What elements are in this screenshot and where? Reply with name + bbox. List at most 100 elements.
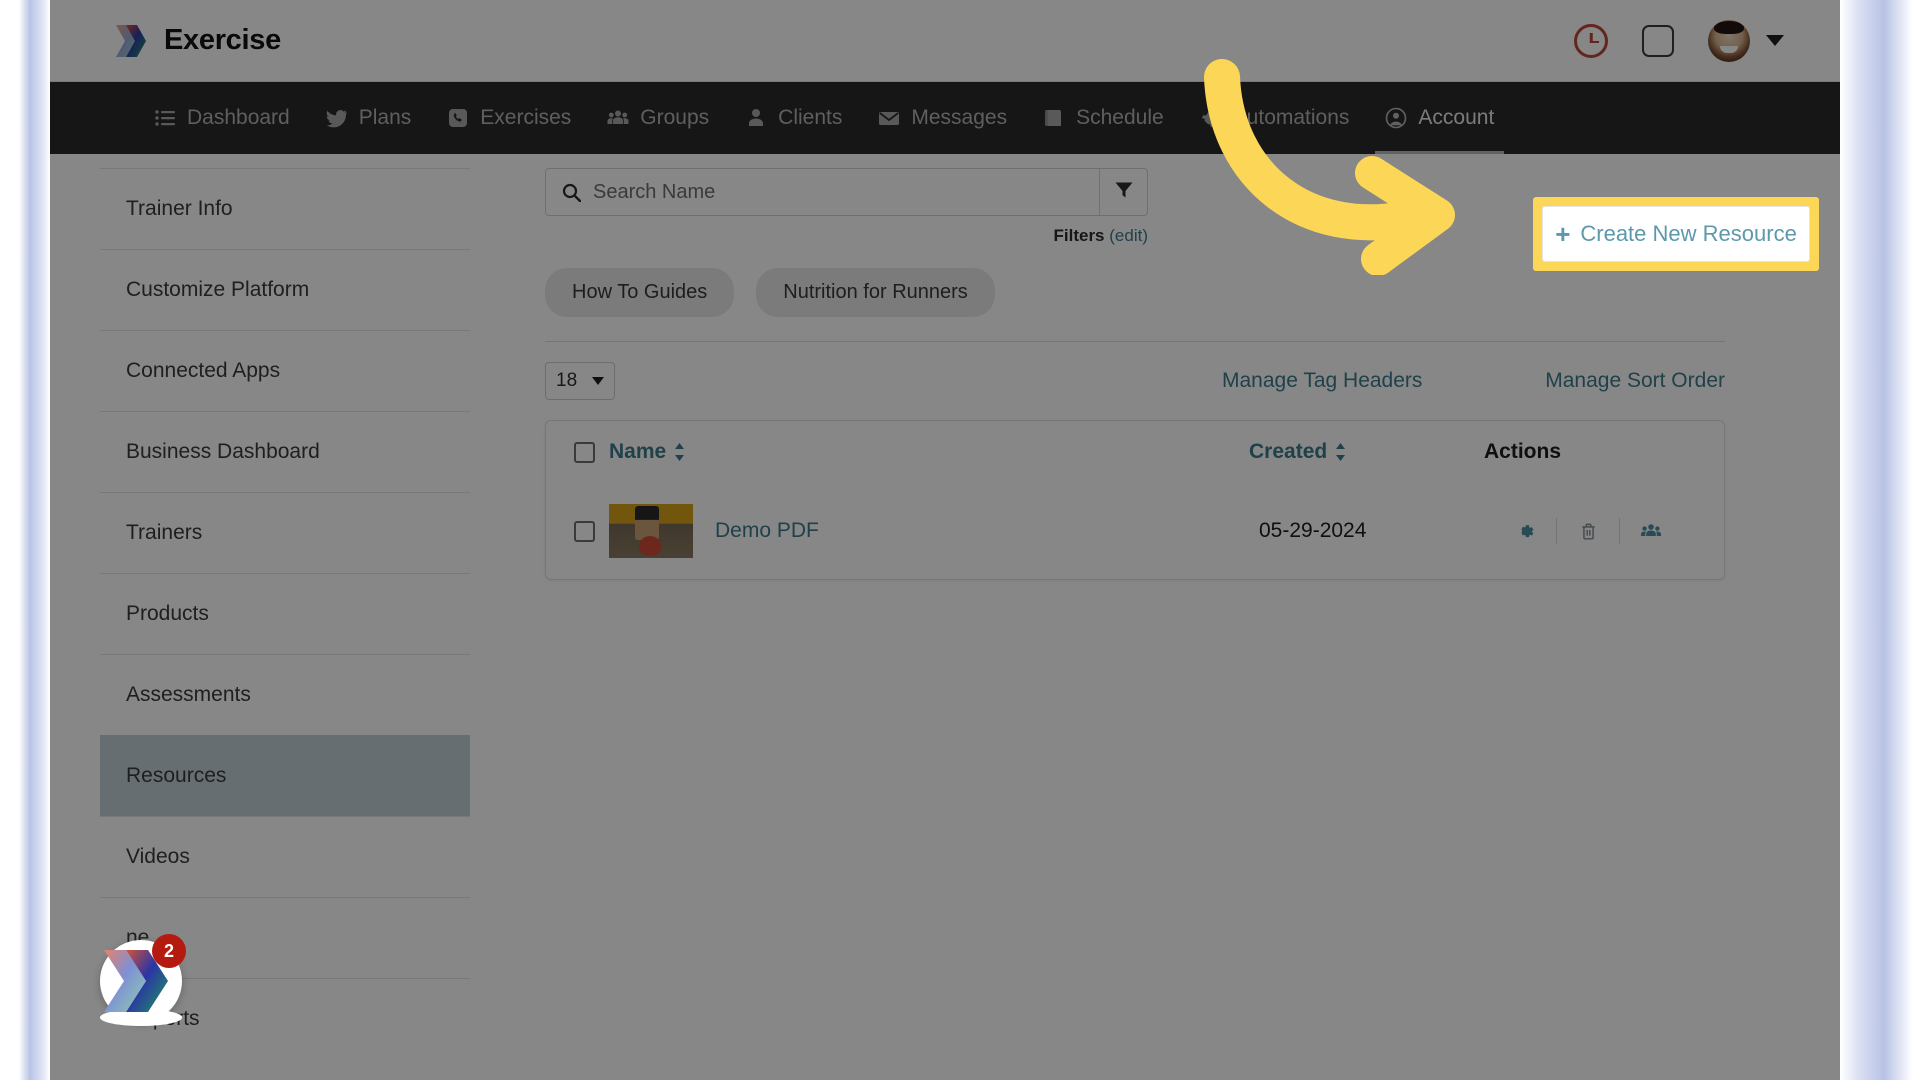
sidebar-item-business-dashboard[interactable]: Business Dashboard <box>100 411 470 492</box>
sidebar-item-label: Trainer Info <box>126 197 233 220</box>
sidebar-item-label: Business Dashboard <box>126 440 320 463</box>
column-header-label: Created <box>1249 440 1328 463</box>
sort-arrows-icon <box>674 442 685 462</box>
rocket-icon <box>1200 107 1222 129</box>
sidebar-item-assessments[interactable]: Assessments <box>100 654 470 735</box>
select-all-checkbox[interactable] <box>574 441 595 463</box>
manage-tag-headers-link[interactable]: Manage Tag Headers <box>1222 369 1422 393</box>
trash-icon[interactable] <box>1557 522 1619 541</box>
create-new-resource-highlight: + Create New Resource <box>1533 197 1819 271</box>
top-bar-actions <box>1574 19 1784 62</box>
column-header-created[interactable]: Created <box>1249 440 1484 464</box>
funnel-icon <box>1114 180 1134 205</box>
clock-icon[interactable] <box>1574 23 1608 58</box>
nav-label: Account <box>1418 106 1495 129</box>
sidebar-item-connected-apps[interactable]: Connected Apps <box>100 330 470 411</box>
nav-item-automations[interactable]: Automations <box>1182 82 1368 154</box>
bird-icon <box>326 107 348 129</box>
sidebar-item-label: Connected Apps <box>126 359 281 382</box>
book-icon <box>1043 107 1065 129</box>
nav-item-groups[interactable]: Groups <box>589 82 727 154</box>
settings-sidebar: Trainer Info Customize Platform Connecte… <box>100 168 470 1059</box>
sidebar-item-label: Trainers <box>126 521 203 544</box>
table-header-row: Name Created Actions <box>546 421 1724 483</box>
square-icon[interactable] <box>1642 24 1674 57</box>
chevron-down-icon <box>592 377 604 385</box>
list-icon <box>154 107 176 129</box>
sidebar-item-label: Products <box>126 602 209 625</box>
search-icon <box>562 183 582 202</box>
avatar <box>1708 19 1750 62</box>
nav-label: Clients <box>778 106 843 129</box>
table-row: Demo PDF 05-29-2024 <box>546 483 1724 579</box>
gear-icon[interactable] <box>1494 521 1556 542</box>
nav-label: Schedule <box>1076 106 1164 129</box>
nav-label: Exercises <box>480 106 572 129</box>
nav-item-messages[interactable]: Messages <box>860 82 1025 154</box>
search-input[interactable] <box>593 180 1043 204</box>
nav-item-account[interactable]: Account <box>1367 82 1512 154</box>
exercise-chevrons-logo-icon <box>100 940 182 1026</box>
page-root: Exercise Dashboard Plans Exercises Group… <box>0 0 1920 1080</box>
envelope-icon <box>878 107 900 129</box>
top-bar: Exercise <box>50 0 1840 82</box>
tag-chip-label: Nutrition for Runners <box>783 281 968 303</box>
share-users-icon[interactable] <box>1620 520 1682 542</box>
nav-label: Dashboard <box>187 106 290 129</box>
account-menu[interactable] <box>1708 19 1784 62</box>
plus-icon: + <box>1555 219 1571 249</box>
main-navigation: Dashboard Plans Exercises Groups Clients… <box>50 82 1840 154</box>
tag-chip-nutrition-for-runners[interactable]: Nutrition for Runners <box>756 268 995 317</box>
resources-table: Name Created Actions Demo PDF 05-29-2024 <box>545 420 1725 580</box>
filters-label: Filters <box>1053 226 1105 245</box>
sidebar-item-label: Videos <box>126 845 190 868</box>
sidebar-item-videos[interactable]: Videos <box>100 816 470 897</box>
nav-item-clients[interactable]: Clients <box>727 82 860 154</box>
sidebar-item-label: Assessments <box>126 683 251 706</box>
filter-button[interactable] <box>1100 168 1148 216</box>
phone-icon <box>447 107 469 129</box>
brand[interactable]: Exercise <box>112 22 281 60</box>
column-header-actions: Actions <box>1484 440 1684 464</box>
nav-item-plans[interactable]: Plans <box>308 82 430 154</box>
create-new-resource-label: Create New Resource <box>1580 221 1797 246</box>
sort-arrows-icon <box>1335 442 1346 462</box>
tag-chip-list: How To Guides Nutrition for Runners <box>545 268 1755 317</box>
brand-name: Exercise <box>164 24 281 56</box>
account-circle-icon <box>1385 107 1407 129</box>
nav-label: Plans <box>358 106 412 129</box>
row-checkbox[interactable] <box>574 520 595 542</box>
users-group-icon <box>607 107 629 129</box>
app-window: Exercise Dashboard Plans Exercises Group… <box>50 0 1840 1080</box>
nav-item-schedule[interactable]: Schedule <box>1025 82 1182 154</box>
resource-name-link[interactable]: Demo PDF <box>715 519 1259 543</box>
filters-summary: Filters (edit) <box>545 226 1149 246</box>
column-header-label: Name <box>609 440 667 463</box>
nav-label: Automations <box>1232 106 1350 129</box>
page-size-select[interactable]: 18 <box>545 362 615 400</box>
nav-item-dashboard[interactable]: Dashboard <box>136 82 308 154</box>
manage-sort-order-link[interactable]: Manage Sort Order <box>1545 369 1725 393</box>
search-box[interactable] <box>545 168 1100 216</box>
sidebar-item-customize-platform[interactable]: Customize Platform <box>100 249 470 330</box>
tag-chip-label: How To Guides <box>572 281 708 303</box>
sidebar-item-resources[interactable]: Resources <box>100 735 470 816</box>
tag-chip-how-to-guides[interactable]: How To Guides <box>545 268 735 317</box>
notification-badge: 2 <box>152 934 186 968</box>
column-header-name[interactable]: Name <box>609 440 1249 464</box>
resource-thumbnail <box>609 504 693 558</box>
page-size-value: 18 <box>556 370 578 391</box>
nav-item-exercises[interactable]: Exercises <box>429 82 589 154</box>
person-icon <box>745 107 767 129</box>
create-new-resource-button[interactable]: + Create New Resource <box>1542 206 1810 262</box>
sidebar-item-label: Resources <box>126 764 227 787</box>
sidebar-item-trainer-info[interactable]: Trainer Info <box>100 168 470 249</box>
sidebar-item-trainers[interactable]: Trainers <box>100 492 470 573</box>
section-divider <box>545 341 1725 342</box>
filters-edit-link[interactable]: (edit) <box>1109 226 1148 245</box>
chevron-down-icon[interactable] <box>1766 35 1784 46</box>
floating-help-bubble[interactable]: 2 <box>100 934 186 1026</box>
sidebar-item-products[interactable]: Products <box>100 573 470 654</box>
nav-label: Messages <box>911 106 1008 129</box>
nav-label: Groups <box>640 106 710 129</box>
